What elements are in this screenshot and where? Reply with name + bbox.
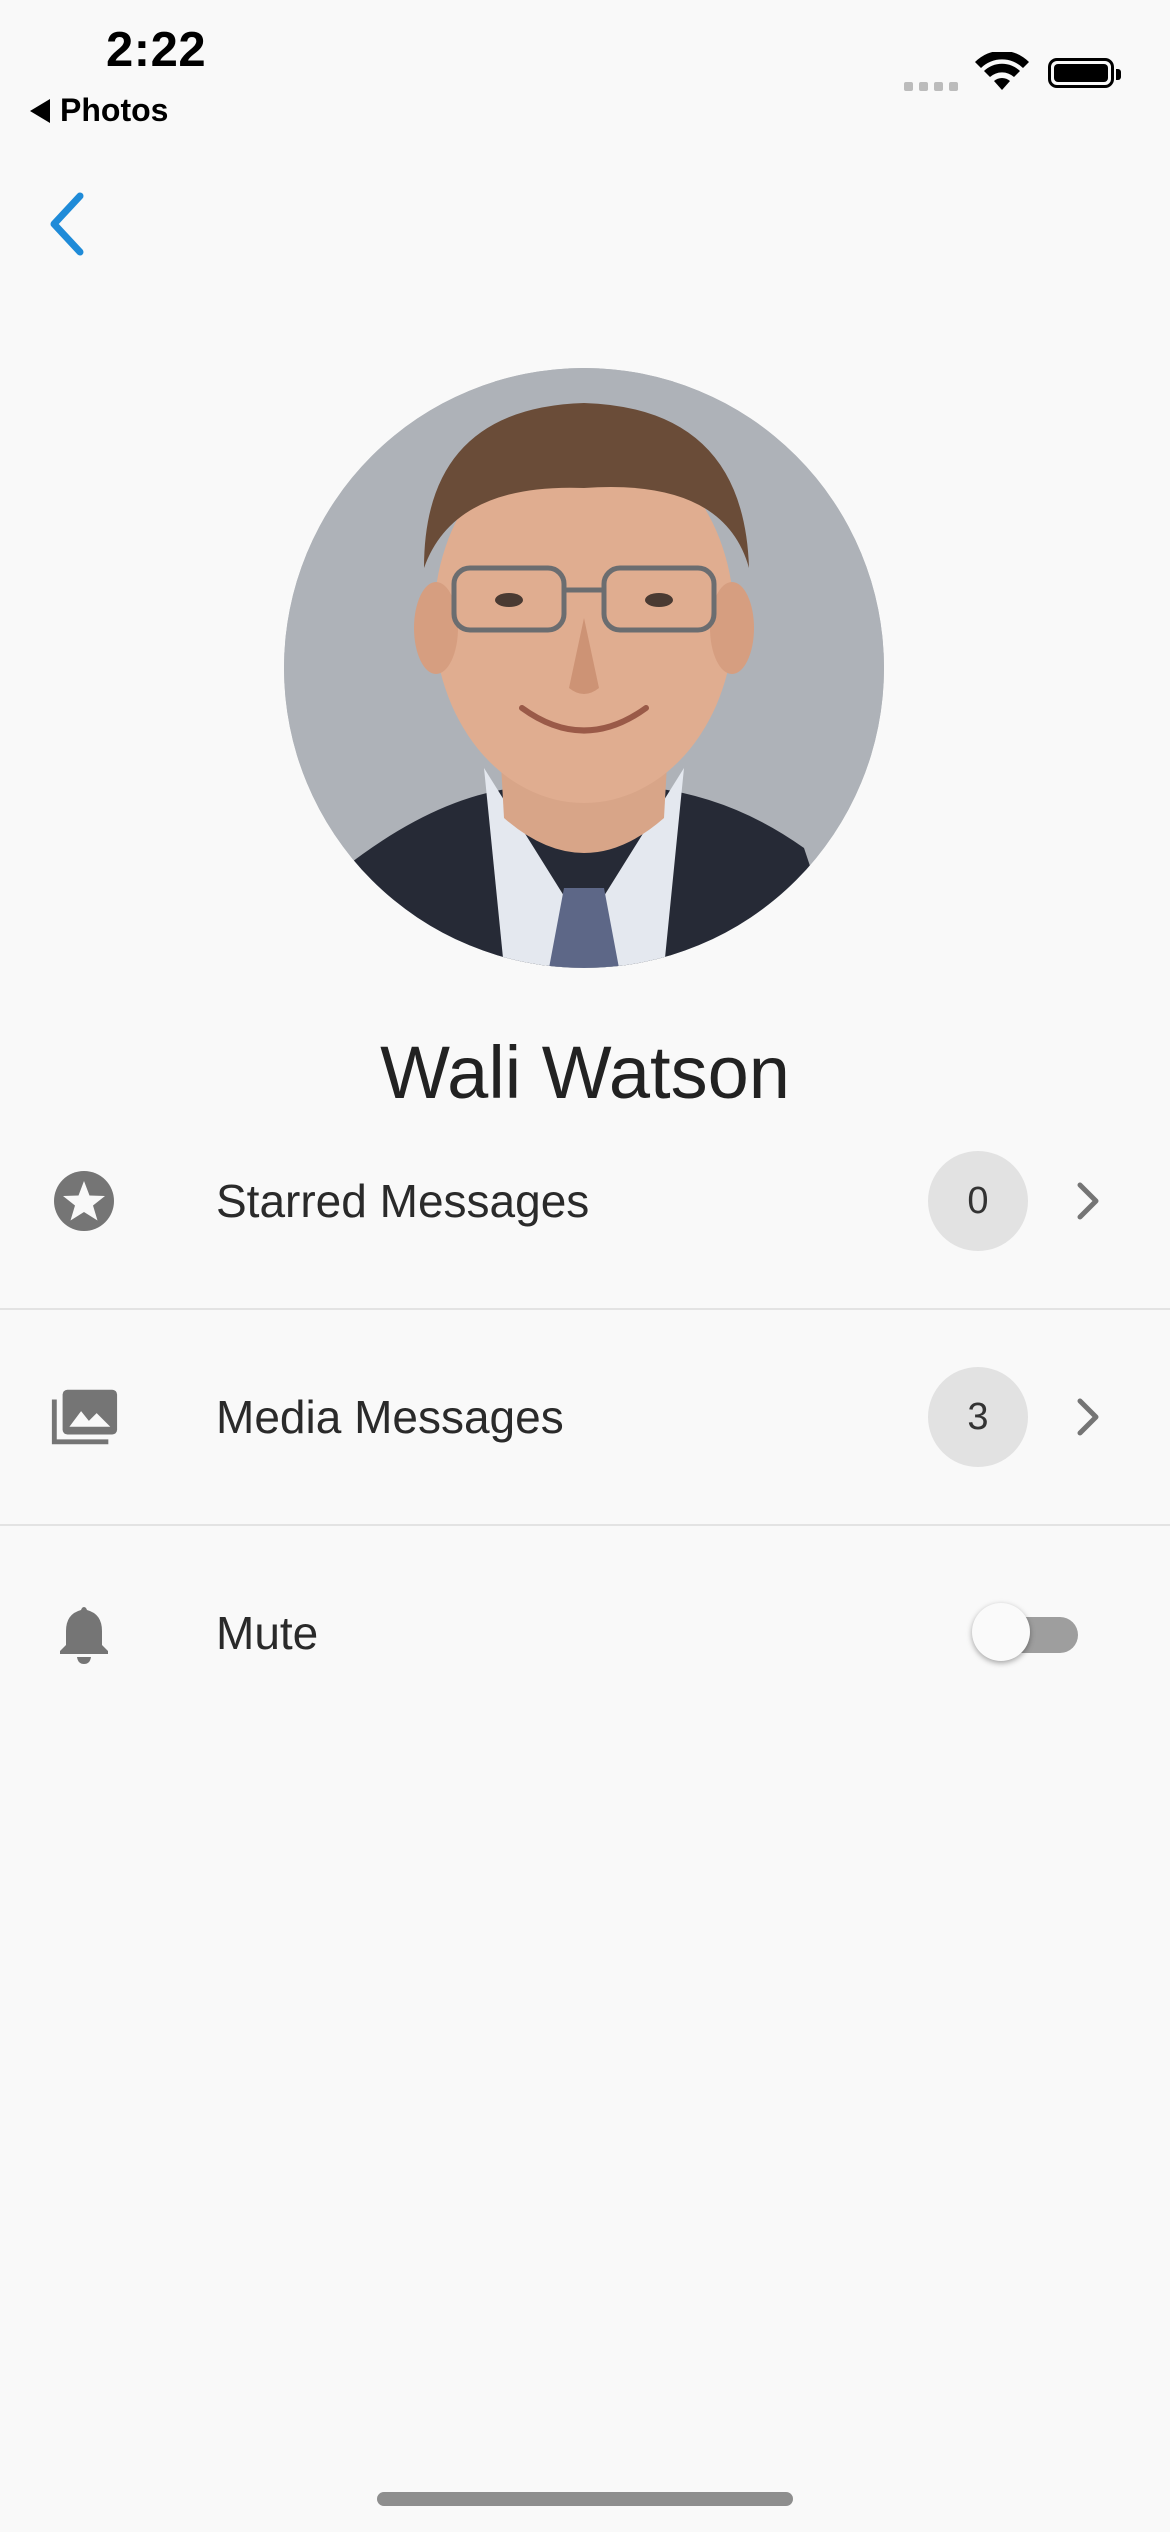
media-count-badge: 3 xyxy=(928,1367,1028,1467)
cellular-signal-icon xyxy=(904,82,958,91)
status-back-to-app[interactable]: Photos xyxy=(30,92,168,129)
chevron-right-icon xyxy=(1068,1171,1108,1231)
photo-library-icon xyxy=(48,1381,120,1453)
avatar-portrait xyxy=(284,368,884,968)
starred-count-badge: 0 xyxy=(928,1151,1028,1251)
mute-label: Mute xyxy=(216,1607,319,1659)
back-triangle-icon xyxy=(30,98,50,123)
mute-toggle[interactable] xyxy=(972,1603,1084,1661)
home-indicator[interactable] xyxy=(377,2492,793,2506)
mute-row: Mute xyxy=(0,1526,1170,1740)
starred-messages-row[interactable]: Starred Messages 0 xyxy=(0,1094,1170,1308)
media-messages-row[interactable]: Media Messages 3 xyxy=(0,1310,1170,1524)
chevron-right-icon xyxy=(1068,1387,1108,1447)
status-back-label: Photos xyxy=(60,92,169,128)
mute-toggle-knob xyxy=(972,1603,1030,1661)
back-button[interactable] xyxy=(38,184,98,264)
bell-icon xyxy=(48,1597,120,1669)
starred-messages-label: Starred Messages xyxy=(216,1175,590,1227)
star-circle-icon xyxy=(48,1165,120,1237)
chevron-left-icon xyxy=(50,192,84,256)
status-time: 2:22 xyxy=(106,23,207,77)
profile-avatar[interactable] xyxy=(284,368,884,968)
wifi-icon xyxy=(975,52,1029,90)
media-messages-label: Media Messages xyxy=(216,1391,564,1443)
battery-icon xyxy=(1048,58,1121,88)
